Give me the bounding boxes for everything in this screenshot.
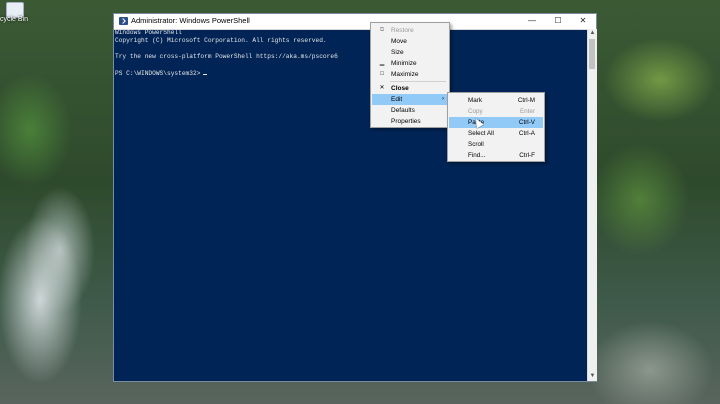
console-line: Copyright (C) Microsoft Corporation. All… [115, 37, 327, 44]
minimize-button[interactable]: — [519, 14, 545, 28]
prompt-text: PS C:\WINDOWS\system32> [115, 70, 201, 77]
menu-item-minimize[interactable]: ▁ Minimize [372, 58, 448, 69]
menu-item-move[interactable]: Move [372, 36, 448, 47]
menu-item-size[interactable]: Size [372, 47, 448, 58]
shortcut-label: Enter [519, 108, 535, 115]
menu-item-label: Minimize [391, 60, 417, 67]
scrollbar-thumb[interactable] [589, 39, 595, 69]
console-line: Try the new cross-platform PowerShell ht… [115, 53, 338, 60]
menu-item-maximize[interactable]: □ Maximize [372, 69, 448, 80]
menu-item-restore[interactable]: ⧉ Restore [372, 25, 448, 36]
scroll-down-arrow-icon[interactable]: ▼ [588, 372, 597, 381]
menu-item-label: Close [391, 85, 409, 92]
menu-item-close[interactable]: ✕ Close [372, 83, 448, 94]
powershell-icon[interactable] [119, 17, 128, 25]
shortcut-label: Ctrl-A [518, 130, 535, 137]
submenu-arrow-icon: › [442, 96, 444, 102]
text-cursor [203, 74, 208, 75]
menu-item-label: Maximize [391, 71, 419, 78]
submenu-item-label: Mark [468, 97, 482, 104]
shortcut-label: Ctrl-F [519, 152, 535, 159]
submenu-item-select-all[interactable]: Select All Ctrl-A [449, 128, 543, 139]
menu-item-properties[interactable]: Properties [372, 116, 448, 127]
shortcut-label: Ctrl-M [517, 97, 535, 104]
maximize-button[interactable]: ☐ [545, 14, 571, 28]
window-title: Administrator: Windows PowerShell [131, 16, 250, 25]
scroll-up-arrow-icon[interactable]: ▲ [588, 29, 597, 38]
submenu-item-label: Select All [468, 130, 494, 137]
menu-item-label: Defaults [391, 107, 415, 114]
menu-item-label: Size [391, 49, 404, 56]
edit-submenu: Mark Ctrl-M Copy Enter Paste Ctrl-V Sele… [447, 92, 545, 162]
system-menu: ⧉ Restore Move Size ▁ Minimize □ Maximiz… [370, 22, 450, 128]
submenu-item-label: Scroll [468, 141, 484, 148]
close-button[interactable]: ✕ [570, 14, 596, 28]
minimize-icon: ▁ [379, 60, 385, 66]
submenu-item-label: Copy [468, 108, 483, 115]
recycle-bin-label: cycle Bin [0, 16, 29, 23]
submenu-item-label: Find... [468, 152, 486, 159]
menu-item-label: Move [391, 38, 407, 45]
title-bar[interactable]: Administrator: Windows PowerShell — ☐ ✕ [114, 14, 596, 30]
menu-item-label: Restore [391, 27, 414, 34]
restore-icon: ⧉ [379, 27, 385, 33]
vertical-scrollbar[interactable]: ▲ ▼ [587, 29, 597, 381]
submenu-item-mark[interactable]: Mark Ctrl-M [449, 95, 543, 106]
submenu-item-paste[interactable]: Paste Ctrl-V [449, 117, 543, 128]
close-icon: ✕ [379, 85, 385, 91]
submenu-item-copy[interactable]: Copy Enter [449, 106, 543, 117]
console-prompt: PS C:\WINDOWS\system32> [115, 70, 208, 79]
powershell-window[interactable]: Administrator: Windows PowerShell — ☐ ✕ … [113, 13, 597, 382]
maximize-icon: □ [380, 71, 384, 77]
menu-separator [390, 81, 446, 82]
menu-item-label: Edit [391, 96, 403, 103]
submenu-item-scroll[interactable]: Scroll [449, 139, 543, 150]
menu-item-defaults[interactable]: Defaults [372, 105, 448, 116]
recycle-bin-shortcut[interactable]: cycle Bin [0, 0, 30, 26]
console-output[interactable]: Windows PowerShell Copyright (C) Microso… [115, 29, 587, 381]
submenu-item-find[interactable]: Find... Ctrl-F [449, 150, 543, 161]
menu-item-label: Properties [391, 118, 421, 125]
shortcut-label: Ctrl-V [518, 119, 535, 126]
menu-item-edit[interactable]: Edit › [372, 94, 448, 105]
